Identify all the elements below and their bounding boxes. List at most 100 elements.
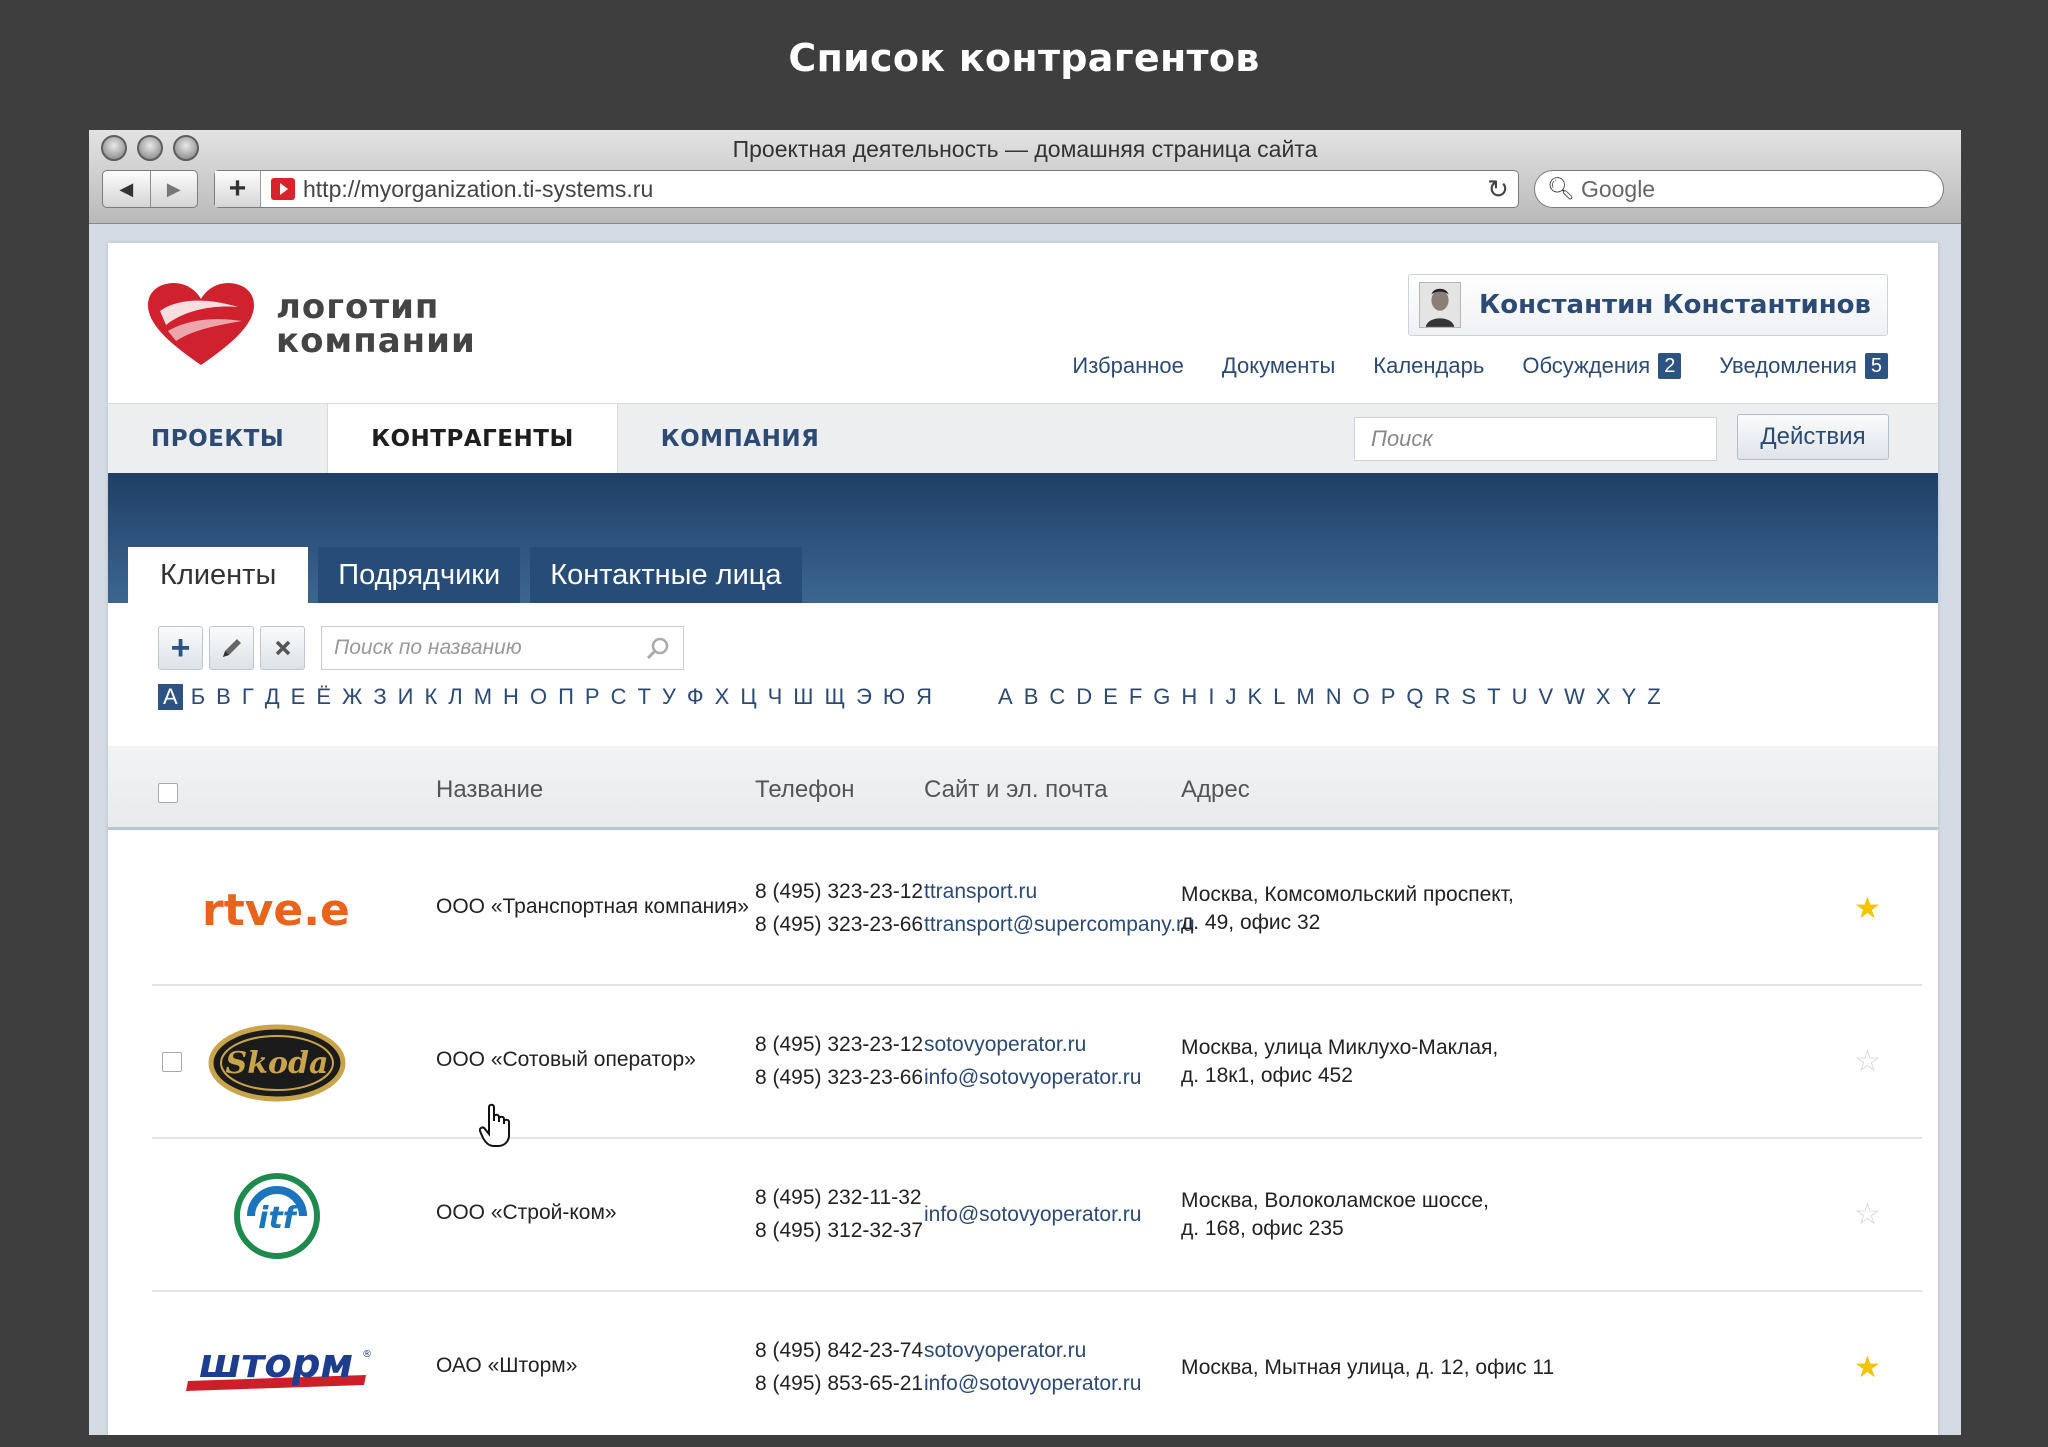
letter-filter[interactable]: Ч [768, 684, 783, 710]
letter-filter[interactable]: S [1461, 684, 1476, 710]
letter-filter[interactable]: L [1273, 684, 1285, 710]
letter-filter[interactable]: О [530, 684, 547, 710]
nav-company[interactable]: КОМПАНИЯ [618, 404, 863, 473]
letter-filter[interactable]: Q [1406, 684, 1423, 710]
nav-counterparties[interactable]: КОНТРАГЕНТЫ [327, 404, 618, 473]
letter-filter[interactable]: Щ [824, 684, 845, 710]
favorite-star-icon[interactable]: ★ [1854, 1350, 1881, 1385]
letter-filter[interactable]: Т [637, 684, 650, 710]
letter-filter[interactable]: Ш [793, 684, 813, 710]
row-checkbox[interactable] [162, 1052, 182, 1072]
letter-filter[interactable]: I [1208, 684, 1214, 710]
letter-filter[interactable]: N [1326, 684, 1342, 710]
company-name[interactable]: ООО «Сотовый оператор» [436, 1048, 696, 1072]
letter-filter[interactable]: С [611, 684, 627, 710]
letter-filter[interactable]: З [373, 684, 386, 710]
letter-filter[interactable]: Н [503, 684, 519, 710]
table-row[interactable]: rtve.es ООО «Транспортная компания» 8 (4… [152, 833, 1922, 986]
letter-filter[interactable]: Ф [687, 684, 704, 710]
delete-button[interactable] [260, 626, 305, 670]
letter-filter[interactable]: К [424, 684, 437, 710]
letter-filter[interactable]: П [558, 684, 574, 710]
letter-filter[interactable]: D [1076, 684, 1092, 710]
letter-filter[interactable]: Х [715, 684, 730, 710]
table-row[interactable]: itf ООО «Строй-ком» 8 (495) 232-11-32 8 (… [152, 1139, 1922, 1292]
link-favorites[interactable]: Избранное [1072, 353, 1184, 379]
letter-filter[interactable]: Э [856, 684, 872, 710]
letter-filter[interactable]: М [474, 684, 492, 710]
letter-filter[interactable]: K [1247, 684, 1262, 710]
company-logo[interactable]: логотип компании [146, 281, 476, 367]
contact-link[interactable]: sotovyoperator.ru [924, 1028, 1141, 1061]
letter-filter[interactable]: Д [265, 684, 280, 710]
letter-filter[interactable]: Ж [342, 684, 362, 710]
company-name[interactable]: ООО «Строй-ком» [436, 1201, 617, 1225]
letter-filter[interactable]: E [1103, 684, 1118, 710]
add-button[interactable]: + [158, 626, 203, 670]
letter-filter[interactable]: P [1381, 684, 1396, 710]
actions-button[interactable]: Действия [1737, 414, 1889, 460]
letter-filter[interactable]: T [1487, 684, 1500, 710]
letter-filter[interactable]: Ё [316, 684, 331, 710]
link-notifications[interactable]: Уведомления 5 [1719, 353, 1888, 379]
link-discussions[interactable]: Обсуждения 2 [1522, 353, 1682, 379]
letter-filter[interactable]: В [216, 684, 231, 710]
column-header-contacts[interactable]: Сайт и эл. почта [924, 776, 1108, 804]
browser-search-field[interactable]: 🔍︎ Google [1534, 170, 1944, 208]
column-header-phone[interactable]: Телефон [755, 776, 855, 804]
name-search-input[interactable]: Поиск по названию [321, 626, 684, 670]
contact-link[interactable]: ttransport@supercompany.ru [924, 908, 1195, 941]
column-header-name[interactable]: Название [436, 776, 543, 804]
tab-contractors[interactable]: Подрядчики [318, 547, 521, 603]
table-row[interactable]: Skoda ООО «Сотовый оператор» 8 (495) 323… [152, 986, 1922, 1139]
tab-contacts[interactable]: Контактные лица [530, 547, 802, 603]
letter-filter[interactable]: Л [448, 684, 462, 710]
link-calendar[interactable]: Календарь [1373, 353, 1484, 379]
letter-filter[interactable]: Р [585, 684, 600, 710]
letter-filter[interactable]: Ц [740, 684, 756, 710]
letter-filter[interactable]: А [158, 684, 183, 710]
letter-filter[interactable]: X [1596, 684, 1611, 710]
letter-filter[interactable]: Ю [883, 684, 905, 710]
letter-filter[interactable]: Г [242, 684, 254, 710]
contact-link[interactable]: info@sotovyoperator.ru [924, 1198, 1141, 1231]
company-name[interactable]: ООО «Транспортная компания» [436, 895, 749, 919]
letter-filter[interactable]: U [1512, 684, 1528, 710]
letter-filter[interactable]: O [1353, 684, 1370, 710]
letter-filter[interactable]: Y [1622, 684, 1637, 710]
letter-filter[interactable]: W [1564, 684, 1585, 710]
contact-link[interactable]: info@sotovyoperator.ru [924, 1367, 1141, 1400]
letter-filter[interactable]: B [1024, 684, 1039, 710]
contact-link[interactable]: info@sotovyoperator.ru [924, 1061, 1141, 1094]
company-name[interactable]: ОАО «Шторм» [436, 1354, 577, 1378]
select-all-checkbox[interactable] [158, 783, 178, 803]
letter-filter[interactable]: J [1225, 684, 1236, 710]
tab-clients[interactable]: Клиенты [128, 547, 309, 603]
edit-button[interactable] [209, 626, 254, 670]
column-header-address[interactable]: Адрес [1181, 776, 1250, 804]
letter-filter[interactable]: Я [916, 684, 932, 710]
favorite-star-icon[interactable]: ☆ [1854, 1197, 1881, 1232]
site-search-input[interactable]: Поиск [1354, 417, 1717, 461]
favorite-star-icon[interactable]: ★ [1854, 891, 1881, 926]
url-text[interactable]: http://myorganization.ti-systems.ru [303, 176, 1478, 203]
letter-filter[interactable]: H [1181, 684, 1197, 710]
letter-filter[interactable]: У [662, 684, 676, 710]
contact-link[interactable]: ttransport.ru [924, 875, 1195, 908]
letter-filter[interactable]: И [398, 684, 414, 710]
address-bar[interactable]: + http://myorganization.ti-systems.ru ↻ [214, 170, 1519, 208]
user-profile-button[interactable]: Константин Константинов [1407, 274, 1888, 336]
nav-projects[interactable]: ПРОЕКТЫ [108, 404, 327, 473]
letter-filter[interactable]: R [1435, 684, 1451, 710]
letter-filter[interactable]: Б [191, 684, 205, 710]
letter-filter[interactable]: Е [291, 684, 306, 710]
link-documents[interactable]: Документы [1222, 353, 1335, 379]
letter-filter[interactable]: A [998, 684, 1013, 710]
letter-filter[interactable]: Z [1647, 684, 1660, 710]
back-button[interactable]: ◀ [103, 171, 150, 207]
favorite-star-icon[interactable]: ☆ [1854, 1044, 1881, 1079]
add-bookmark-button[interactable]: + [215, 171, 261, 207]
forward-button[interactable]: ▶ [149, 171, 198, 207]
table-row[interactable]: шторм ® ОАО «Шторм» 8 (495) 842-23-74 8 (4… [152, 1292, 1922, 1435]
letter-filter[interactable]: V [1538, 684, 1553, 710]
